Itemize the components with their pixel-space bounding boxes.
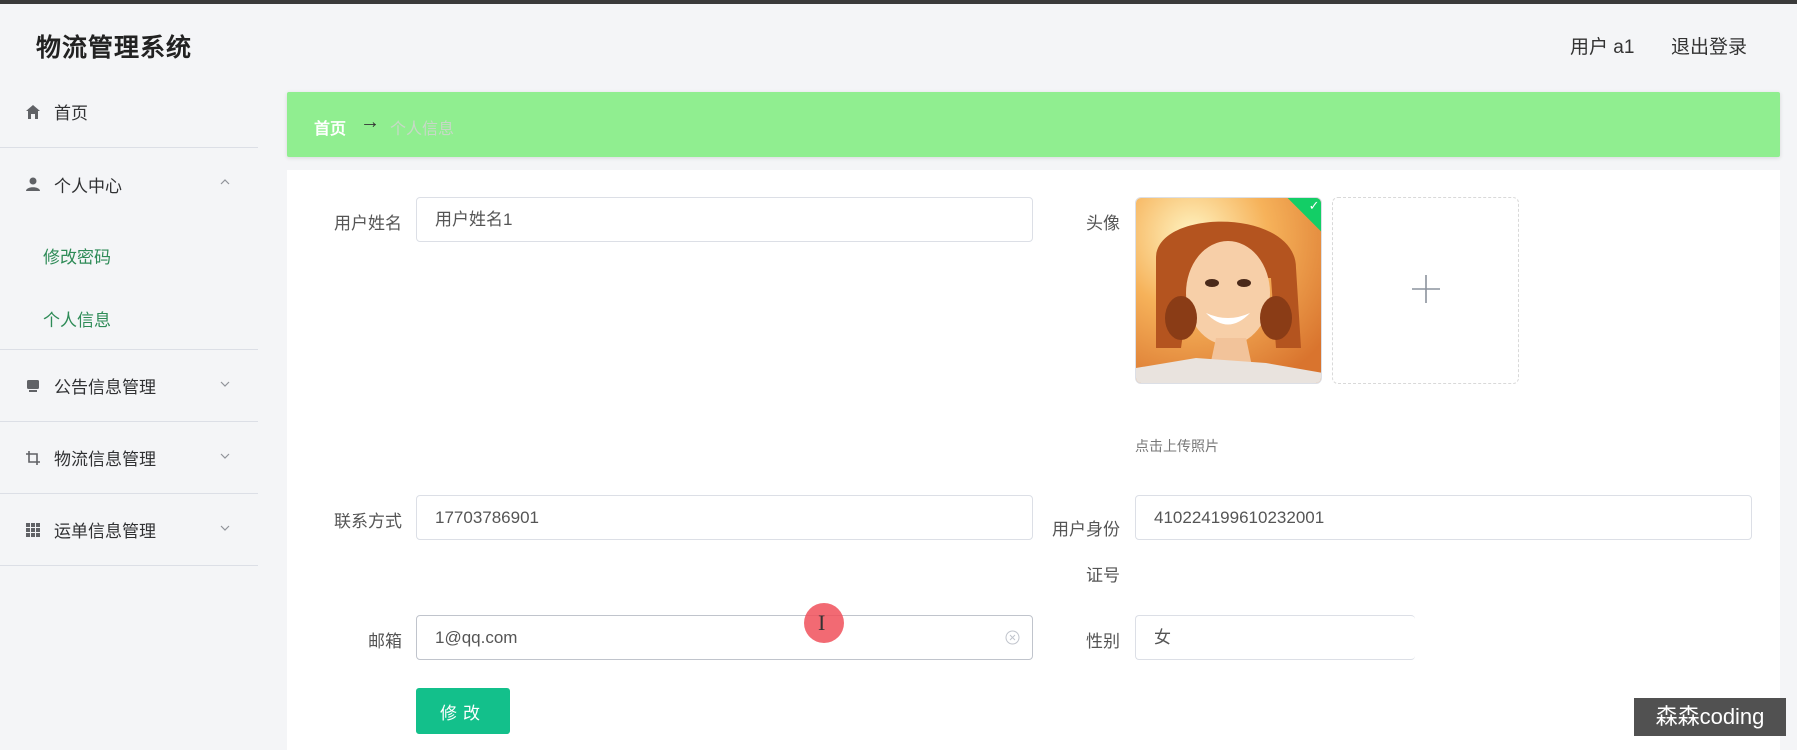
form-panel (287, 170, 1780, 750)
sidebar-item-notice-management[interactable]: 公告信息管理 (0, 350, 258, 422)
sidebar-item-label: 运单信息管理 (54, 522, 156, 541)
user-icon (24, 175, 42, 193)
email-label: 邮箱 (368, 632, 402, 651)
breadcrumb-current: 个人信息 (390, 121, 455, 138)
breadcrumb: 首页 → 个人信息 (287, 92, 1780, 157)
sidebar: 首页 个人中心 修改密码 个人信息 公告信息管理 物流信息管理 运单信息管理 (0, 76, 258, 750)
sidebar-item-waybill-management[interactable]: 运单信息管理 (0, 494, 258, 566)
breadcrumb-home-link[interactable]: 首页 (314, 115, 346, 139)
clear-icon[interactable] (1005, 630, 1020, 645)
phone-input[interactable]: 17703786901 (416, 495, 1033, 540)
avatar-image[interactable]: ✓ (1135, 197, 1322, 384)
email-input[interactable]: 1@qq.com (416, 615, 1033, 660)
phone-label: 联系方式 (334, 512, 402, 531)
gender-select[interactable]: 女 (1135, 615, 1415, 660)
plus-icon (1412, 275, 1440, 303)
sidebar-item-label: 首页 (54, 104, 88, 123)
watermark: 森森coding (1634, 698, 1786, 736)
username-input[interactable]: 用户姓名1 (416, 197, 1033, 242)
submit-button[interactable]: 修改 (416, 688, 510, 734)
notice-icon (24, 377, 42, 395)
sidebar-item-label: 物流信息管理 (54, 450, 156, 469)
sidebar-item-label: 个人中心 (54, 176, 122, 196)
idcard-input[interactable]: 410224199610232001 (1135, 495, 1752, 540)
sidebar-item-personal-center[interactable]: 个人中心 (0, 148, 258, 220)
breadcrumb-arrow-icon: → (360, 111, 380, 133)
header: 物流管理系统 用户 a1 退出登录 (0, 4, 1797, 76)
current-user-label: 用户 a1 (1570, 37, 1635, 58)
avatar-label: 头像 (1086, 214, 1120, 233)
chevron-up-icon (220, 179, 230, 185)
grid-icon (24, 521, 42, 539)
app-title: 物流管理系统 (36, 34, 193, 62)
username-label: 用户姓名 (334, 214, 402, 233)
upload-hint: 点击上传照片 (1135, 438, 1219, 454)
text-cursor-icon: I (818, 610, 826, 635)
check-icon: ✓ (1308, 198, 1320, 214)
home-icon (24, 103, 42, 121)
gender-label: 性别 (1086, 632, 1120, 651)
sidebar-item-change-password[interactable]: 修改密码 (43, 243, 111, 268)
chevron-down-icon (220, 453, 230, 459)
sidebar-item-personal-info[interactable]: 个人信息 (43, 306, 111, 331)
email-value: 1@qq.com (435, 628, 518, 647)
logout-link[interactable]: 退出登录 (1671, 32, 1747, 59)
crop-icon (24, 449, 42, 467)
sidebar-item-home[interactable]: 首页 (0, 76, 258, 148)
chevron-down-icon (220, 381, 230, 387)
avatar-upload-button[interactable] (1332, 197, 1519, 384)
sidebar-item-logistics-management[interactable]: 物流信息管理 (0, 422, 258, 494)
sidebar-item-label: 公告信息管理 (54, 378, 156, 397)
idcard-label: 用户身份证号 (1052, 520, 1120, 585)
chevron-down-icon (220, 525, 230, 531)
avatar-photo-icon (1136, 198, 1321, 383)
